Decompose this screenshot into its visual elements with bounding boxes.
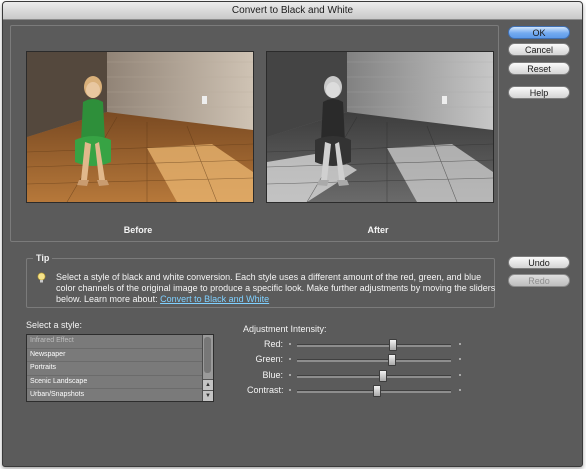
style-item-urban-snapshots[interactable]: Urban/Snapshots xyxy=(27,389,213,401)
contrast-slider-row: Contrast: xyxy=(247,385,472,397)
style-item-portraits[interactable]: Portraits xyxy=(27,362,213,376)
style-list[interactable]: Infrared Effect Newspaper Portraits Scen… xyxy=(26,334,214,402)
red-slider-row: Red: xyxy=(247,339,472,351)
window-title: Convert to Black and White xyxy=(3,2,582,20)
reset-button[interactable]: Reset xyxy=(508,62,570,75)
style-list-scrollbar[interactable]: ▲ ▼ xyxy=(202,335,213,401)
tip-title: Tip xyxy=(33,253,53,263)
scroll-down-arrow-icon[interactable]: ▼ xyxy=(203,390,213,401)
lightbulb-icon xyxy=(37,272,46,284)
slider-left-tick xyxy=(289,374,291,376)
slider-left-tick xyxy=(289,389,291,391)
dialog-window: Convert to Black and White Before After … xyxy=(2,1,583,467)
blue-slider-track[interactable] xyxy=(297,375,451,378)
slider-right-tick xyxy=(459,343,461,345)
cancel-button[interactable]: Cancel xyxy=(508,43,570,56)
slider-right-tick xyxy=(459,358,461,360)
blue-slider-knob[interactable] xyxy=(378,370,387,382)
contrast-slider-label: Contrast: xyxy=(247,385,284,395)
red-slider-label: Red: xyxy=(263,339,283,349)
before-label: Before xyxy=(123,225,153,235)
blue-slider-row: Blue: xyxy=(247,370,472,382)
after-label: After xyxy=(367,225,389,235)
green-slider-track[interactable] xyxy=(297,359,451,362)
blue-slider-label: Blue: xyxy=(262,370,283,380)
tip-text-block: Select a style of black and white conver… xyxy=(56,272,496,305)
slider-right-tick xyxy=(459,374,461,376)
green-slider-label: Green: xyxy=(255,354,283,364)
green-slider-row: Green: xyxy=(247,354,472,366)
scrollbar-thumb[interactable] xyxy=(204,337,211,373)
contrast-slider-knob[interactable] xyxy=(372,385,381,397)
red-slider-knob[interactable] xyxy=(389,339,398,351)
style-item-infrared[interactable]: Infrared Effect xyxy=(27,335,213,349)
ok-button[interactable]: OK xyxy=(508,26,570,39)
slider-left-tick xyxy=(289,358,291,360)
tip-learn-more-link[interactable]: Convert to Black and White xyxy=(160,294,269,304)
after-image xyxy=(266,51,494,203)
redo-button[interactable]: Redo xyxy=(508,274,570,287)
style-item-scenic-landscape[interactable]: Scenic Landscape xyxy=(27,376,213,390)
adjustment-intensity-label: Adjustment Intensity: xyxy=(243,324,327,334)
scroll-up-arrow-icon[interactable]: ▲ xyxy=(203,379,213,390)
slider-left-tick xyxy=(289,343,291,345)
before-image xyxy=(26,51,254,203)
help-button[interactable]: Help xyxy=(508,86,570,99)
style-list-label: Select a style: xyxy=(26,320,83,330)
undo-button[interactable]: Undo xyxy=(508,256,570,269)
slider-right-tick xyxy=(459,389,461,391)
green-slider-knob[interactable] xyxy=(387,354,396,366)
tip-text: Select a style of black and white conver… xyxy=(56,272,496,304)
red-slider-track[interactable] xyxy=(297,344,451,347)
style-item-newspaper[interactable]: Newspaper xyxy=(27,349,213,363)
